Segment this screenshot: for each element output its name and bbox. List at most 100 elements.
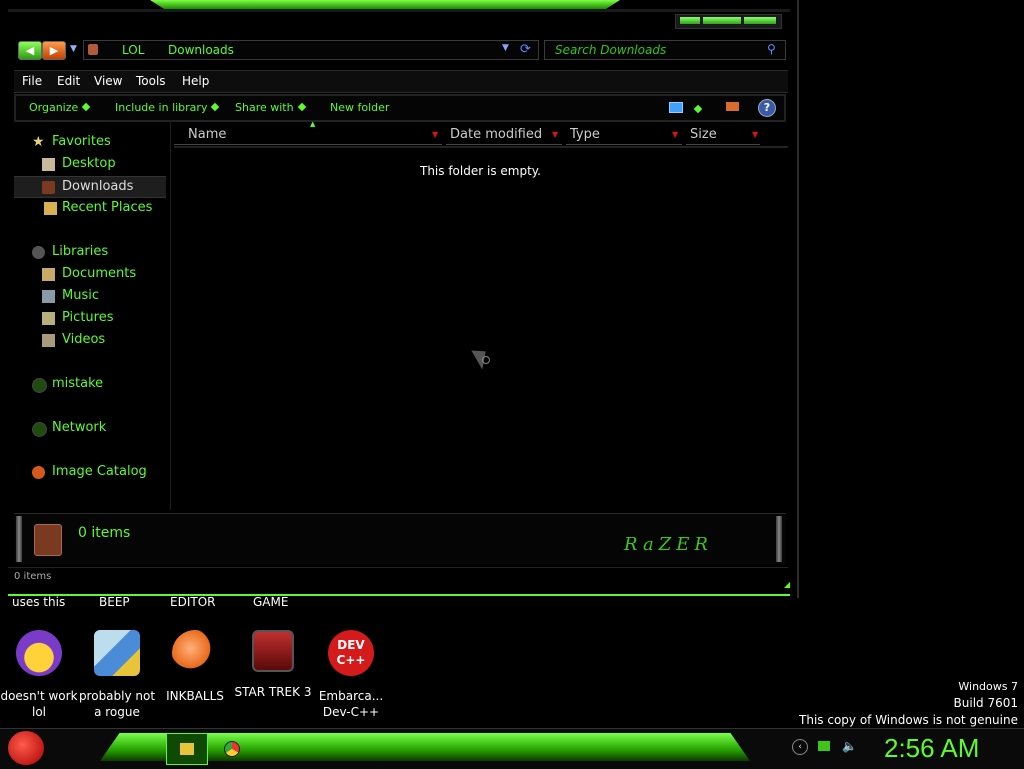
column-filter-icon[interactable]: ▼: [752, 126, 758, 144]
details-right-bar: [776, 516, 782, 562]
watermark-genuine: This copy of Windows is not genuine: [799, 713, 1018, 727]
desktop-label-game[interactable]: GAME: [253, 595, 288, 609]
change-view-icon[interactable]: [669, 102, 683, 113]
nav-desktop[interactable]: Desktop: [14, 154, 166, 174]
videos-icon: [42, 334, 55, 347]
column-filter-icon[interactable]: ▼: [672, 126, 678, 144]
column-date-modified[interactable]: Date modified ▼: [446, 126, 562, 145]
nav-network[interactable]: Network: [14, 418, 166, 438]
search-placeholder: Search Downloads: [555, 43, 667, 57]
search-icon[interactable]: ⚲: [767, 42, 776, 56]
close-button[interactable]: [744, 17, 776, 24]
image-catalog-icon: [32, 466, 45, 479]
include-in-library-label: Include in library: [115, 101, 208, 114]
menu-tools[interactable]: Tools: [136, 74, 166, 88]
nav-image-catalog-label: Image Catalog: [52, 464, 147, 479]
nav-recent-places-label: Recent Places: [62, 200, 153, 215]
desktop-icon-label: STAR TREK 3: [234, 685, 312, 699]
volume-icon[interactable]: 🔈: [842, 739, 857, 753]
nav-music[interactable]: Music: [14, 286, 166, 306]
nav-pictures[interactable]: Pictures: [14, 308, 166, 328]
refresh-icon[interactable]: ⟳: [520, 42, 531, 57]
taskbar-explorer-button[interactable]: [166, 733, 208, 765]
nav-downloads[interactable]: Downloads: [14, 176, 166, 198]
address-dropdown-icon[interactable]: ▼: [502, 43, 509, 53]
menu-edit[interactable]: Edit: [57, 74, 80, 88]
back-button[interactable]: ◀: [18, 41, 42, 60]
nav-videos[interactable]: Videos: [14, 330, 166, 350]
desktop-icon-inkballs[interactable]: INKBALLS: [156, 630, 234, 704]
column-size[interactable]: Size ▼: [686, 126, 760, 145]
chrome-icon[interactable]: [224, 741, 240, 757]
menu-bar: File Edit View Tools Help: [14, 70, 788, 93]
nav-libraries[interactable]: Libraries: [14, 242, 166, 262]
include-in-library-button[interactable]: Include in library: [115, 101, 220, 114]
menu-view[interactable]: View: [94, 74, 122, 88]
empty-folder-message: This folder is empty.: [420, 164, 541, 178]
preview-pane-icon[interactable]: [726, 102, 739, 111]
nav-documents[interactable]: Documents: [14, 264, 166, 284]
desktop-icon-devcpp[interactable]: DEV C++ Embarca... Dev-C++: [312, 630, 390, 720]
documents-icon: [42, 268, 55, 281]
nav-homegroup[interactable]: mistake: [14, 374, 166, 394]
organize-button[interactable]: Organize: [29, 101, 91, 114]
menu-file[interactable]: File: [22, 74, 42, 88]
new-folder-button[interactable]: New folder: [330, 101, 389, 114]
desktop-label-editor[interactable]: EDITOR: [170, 595, 215, 609]
view-options-dropdown-icon[interactable]: [693, 102, 703, 117]
dropdown-diamond-icon: [82, 102, 91, 112]
forward-button[interactable]: ▶: [42, 41, 66, 60]
cursor-ring-icon: [482, 356, 490, 364]
nav-recent-places[interactable]: Recent Places: [14, 198, 166, 218]
desktop-icon-yahoo[interactable]: doesn't work lol: [0, 630, 78, 720]
desktop-icon-label: probably not a rogue: [78, 689, 156, 719]
search-input[interactable]: Search Downloads ⚲: [544, 40, 786, 60]
network-tray-icon[interactable]: [818, 741, 830, 751]
explorer-window: ◀ ▶ ▼ LOL Downloads ▼ ⟳ Search Downloads…: [0, 0, 799, 598]
clock[interactable]: 2:56 AM: [884, 733, 979, 764]
nav-image-catalog[interactable]: Image Catalog: [14, 462, 166, 482]
breadcrumb-lol[interactable]: LOL: [122, 43, 144, 57]
recent-pages-dropdown-icon[interactable]: ▼: [70, 44, 77, 54]
minimize-button[interactable]: [680, 17, 700, 24]
address-bar[interactable]: LOL Downloads ▼ ⟳: [83, 40, 539, 60]
nav-homegroup-label: mistake: [52, 376, 104, 391]
breadcrumb-downloads[interactable]: Downloads: [168, 43, 234, 57]
window-titlebar[interactable]: [8, 9, 790, 12]
downloads-large-icon: [34, 524, 62, 556]
maximize-button[interactable]: [703, 17, 741, 24]
nav-music-label: Music: [62, 288, 99, 303]
desktop-label-uses-this[interactable]: uses this: [12, 595, 65, 609]
dropdown-diamond-icon: [297, 102, 306, 112]
show-hidden-icons-icon[interactable]: ‹: [792, 739, 808, 755]
yahoo-messenger-icon: [16, 630, 62, 676]
share-with-button[interactable]: Share with: [235, 101, 306, 114]
command-bar: Organize Include in library Share with N…: [14, 94, 786, 122]
column-name[interactable]: Name ▼: [174, 126, 442, 145]
star-wars-game-icon: [252, 630, 294, 672]
desktop-icon-star-trek[interactable]: STAR TREK 3: [234, 630, 312, 700]
taskbar: ‹ 🔈 2:56 AM: [0, 728, 1024, 769]
column-type-label: Type: [570, 127, 600, 142]
nav-videos-label: Videos: [62, 332, 106, 347]
column-type[interactable]: Type ▼: [566, 126, 682, 145]
column-date-modified-label: Date modified: [450, 127, 543, 142]
resize-grip-icon[interactable]: ◢: [784, 580, 790, 589]
network-icon: [32, 422, 47, 437]
recent-places-icon: [44, 202, 57, 215]
razer-logo: RaZER: [624, 534, 713, 555]
column-filter-icon[interactable]: ▼: [552, 126, 558, 144]
status-bar: 0 items ◢: [8, 567, 790, 589]
music-icon: [42, 290, 55, 303]
dropdown-diamond-icon: [211, 102, 220, 112]
nav-favorites[interactable]: ★ Favorites: [14, 132, 166, 152]
column-filter-icon[interactable]: ▼: [432, 126, 438, 144]
desktop-label-beep[interactable]: BEEP: [99, 595, 130, 609]
menu-help[interactable]: Help: [182, 74, 209, 88]
start-button[interactable]: [8, 731, 44, 765]
nav-desktop-label: Desktop: [62, 156, 116, 171]
nav-network-label: Network: [52, 420, 107, 435]
help-icon[interactable]: ?: [758, 99, 776, 117]
desktop-icon-rogue[interactable]: probably not a rogue: [78, 630, 156, 720]
inkballs-icon: [172, 630, 218, 676]
